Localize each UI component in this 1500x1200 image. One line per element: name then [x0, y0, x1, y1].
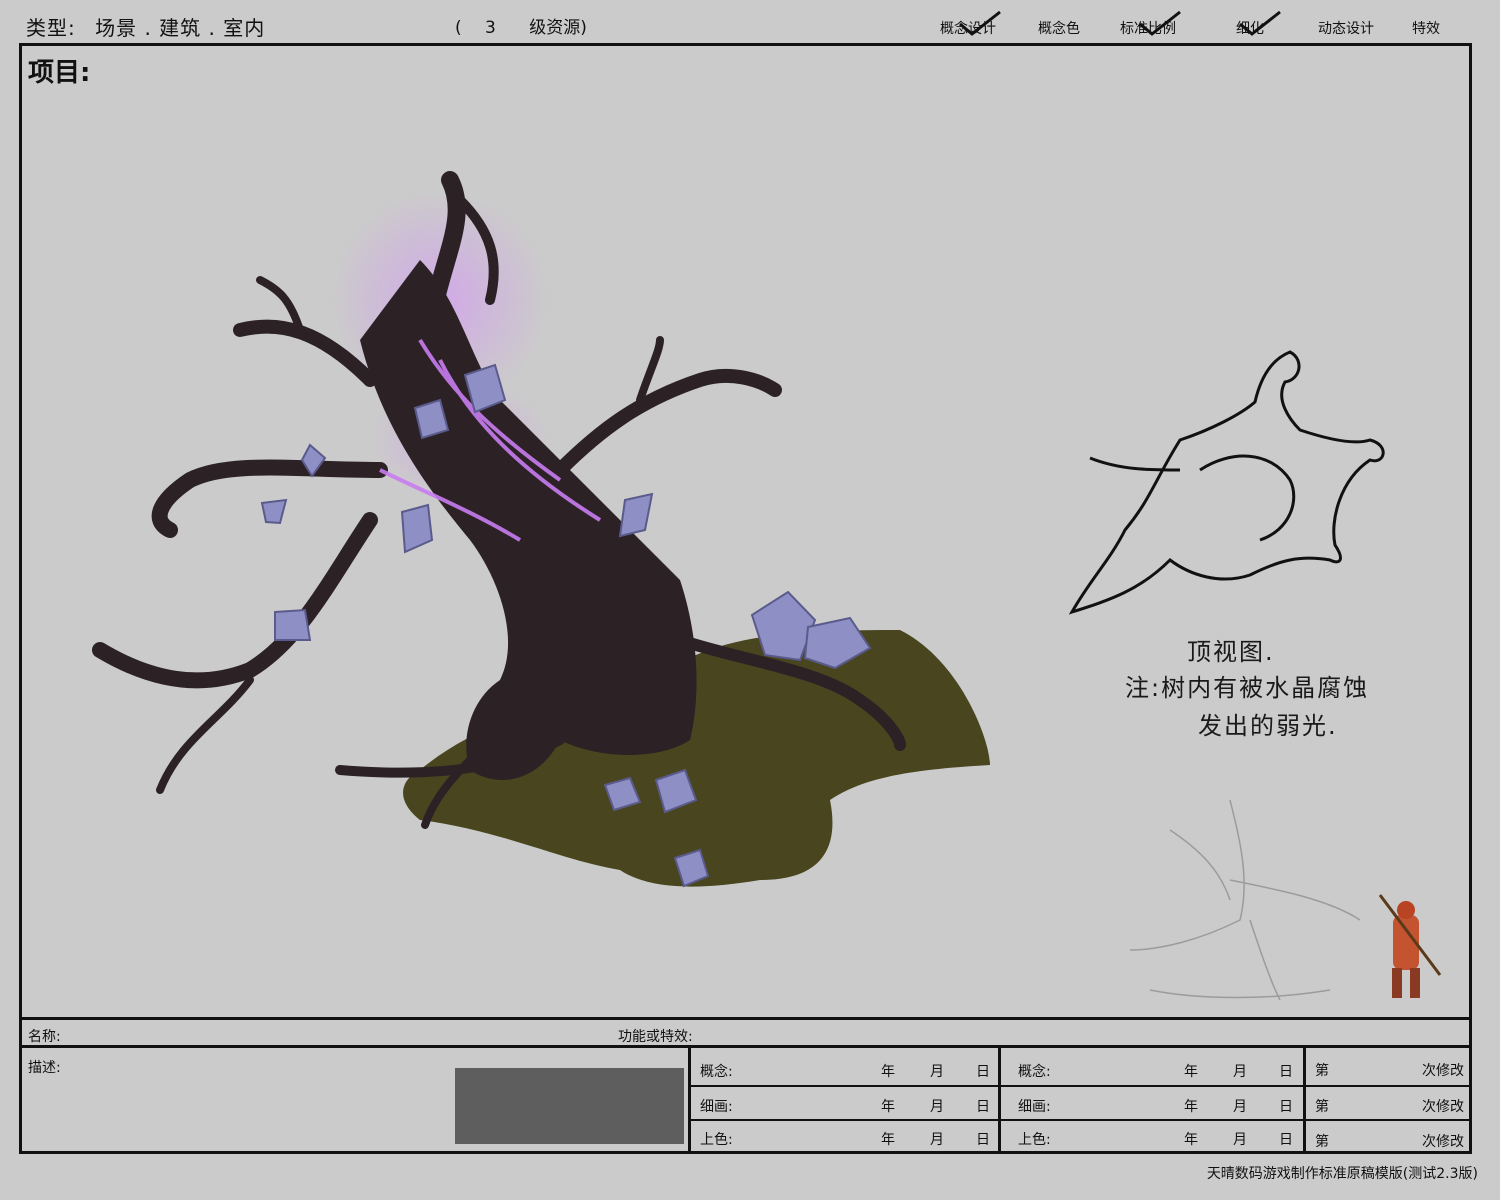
month-label: 月 — [930, 1064, 944, 1080]
month-label: 月 — [1233, 1099, 1247, 1115]
revision-label: 次修改 — [1422, 1063, 1464, 1079]
revision-label: 次修改 — [1422, 1099, 1464, 1115]
description-label: 描述: — [28, 1060, 61, 1076]
form-line-4 — [690, 1119, 1472, 1121]
row3-stage2: 上色: — [1018, 1132, 1051, 1148]
template-footer: 天晴数码游戏制作标准原稿模版(测试2.3版) — [1206, 1166, 1478, 1182]
form-vline-3 — [1303, 1047, 1306, 1154]
day-label: 日 — [976, 1064, 990, 1080]
row1-stage2: 概念: — [1018, 1064, 1051, 1080]
day-label: 日 — [976, 1132, 990, 1148]
year-label: 年 — [1184, 1099, 1198, 1115]
year-label: 年 — [881, 1064, 895, 1080]
month-label: 月 — [1233, 1132, 1247, 1148]
tree-artwork — [92, 171, 1442, 1001]
revision-number-label: 第 — [1315, 1099, 1329, 1115]
row2-stage2: 细画: — [1018, 1099, 1051, 1115]
pencil-sketch — [1129, 799, 1361, 1001]
year-label: 年 — [1184, 1064, 1198, 1080]
day-label: 日 — [976, 1099, 990, 1115]
name-label: 名称: — [28, 1029, 61, 1045]
form-line-3 — [690, 1085, 1472, 1087]
note-line-2: 发出的弱光. — [1198, 712, 1338, 740]
effect-label: 功能或特效: — [618, 1029, 693, 1045]
month-label: 月 — [930, 1099, 944, 1115]
day-label: 日 — [1279, 1132, 1293, 1148]
revision-number-label: 第 — [1315, 1134, 1329, 1150]
row3-stage: 上色: — [700, 1132, 733, 1148]
form-vline-1 — [688, 1047, 691, 1154]
top-view-sketch — [1068, 350, 1385, 615]
year-label: 年 — [881, 1132, 895, 1148]
year-label: 年 — [1184, 1132, 1198, 1148]
year-label: 年 — [881, 1099, 895, 1115]
note-line-1: 注:树内有被水晶腐蚀 — [1125, 674, 1370, 702]
revision-label: 次修改 — [1422, 1134, 1464, 1150]
revision-number-label: 第 — [1315, 1063, 1329, 1079]
day-label: 日 — [1279, 1064, 1293, 1080]
month-label: 月 — [1233, 1064, 1247, 1080]
day-label: 日 — [1279, 1099, 1293, 1115]
top-view-label: 顶视图. — [1187, 638, 1275, 666]
form-top-line — [19, 1017, 1472, 1020]
row2-stage: 细画: — [700, 1099, 733, 1115]
character-figure — [1378, 894, 1442, 998]
row1-stage: 概念: — [700, 1064, 733, 1080]
form-vline-2 — [998, 1047, 1001, 1154]
month-label: 月 — [930, 1132, 944, 1148]
redacted-box — [455, 1068, 684, 1144]
form-line-2 — [19, 1045, 1472, 1048]
